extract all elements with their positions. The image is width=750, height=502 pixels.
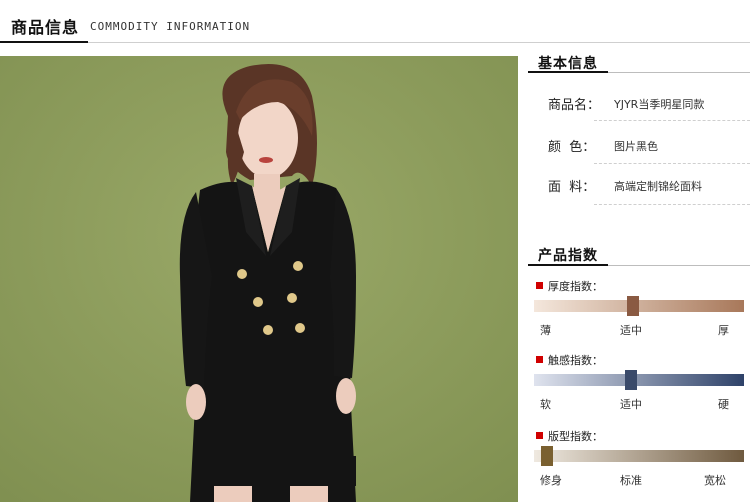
section-title-cn: 商品信息 bbox=[11, 18, 80, 37]
red-square-icon bbox=[536, 282, 543, 289]
index-knob bbox=[624, 370, 637, 390]
divider bbox=[594, 120, 750, 121]
index-scale-bar bbox=[534, 374, 744, 386]
product-index-title: 产品指数 bbox=[538, 248, 598, 264]
info-value-color: 图片黑色 bbox=[614, 140, 658, 153]
basic-info-underline-accent bbox=[528, 71, 608, 73]
index-tick-low: 软 bbox=[540, 398, 551, 411]
index-label: 厚度指数： bbox=[536, 278, 603, 294]
index-tick-low: 薄 bbox=[540, 324, 551, 337]
header-underline bbox=[88, 42, 750, 43]
index-tick-high: 厚 bbox=[718, 324, 729, 337]
page-header: 商品信息 COMMODITY INFORMATION bbox=[0, 0, 750, 44]
index-texture: 触感指数： 软 适中 硬 bbox=[528, 352, 750, 416]
info-row-fabric: 面 料： 高端定制锦纶面料 bbox=[528, 164, 750, 204]
index-label: 触感指数： bbox=[536, 352, 603, 368]
red-square-icon bbox=[536, 356, 543, 363]
index-fit: 版型指数： 修身 标准 宽松 bbox=[528, 428, 750, 492]
product-index-underline bbox=[608, 265, 750, 266]
red-square-icon bbox=[536, 432, 543, 439]
info-row-name: 商品名： YJYR当季明星同款 bbox=[528, 82, 750, 122]
basic-info-underline bbox=[608, 72, 750, 73]
basic-info-title: 基本信息 bbox=[538, 56, 598, 72]
info-value-fabric: 高端定制锦纶面料 bbox=[614, 180, 702, 193]
product-photo bbox=[0, 56, 518, 502]
header-underline-accent bbox=[0, 41, 88, 43]
index-tick-mid: 标准 bbox=[620, 474, 642, 487]
info-value-name: YJYR当季明星同款 bbox=[614, 98, 705, 111]
index-label: 版型指数： bbox=[536, 428, 603, 444]
index-tick-mid: 适中 bbox=[620, 398, 642, 411]
divider bbox=[594, 204, 750, 205]
index-scale-bar bbox=[534, 450, 744, 462]
info-label-name: 商品名： bbox=[548, 98, 601, 113]
model-photo-illustration bbox=[0, 56, 518, 502]
info-label-color: 颜 色： bbox=[548, 140, 596, 155]
product-index-underline-accent bbox=[528, 264, 608, 266]
index-thickness: 厚度指数： 薄 适中 厚 bbox=[528, 278, 750, 342]
info-row-color: 颜 色： 图片黑色 bbox=[528, 124, 750, 164]
index-scale-bar bbox=[534, 300, 744, 312]
section-title-en: COMMODITY INFORMATION bbox=[90, 20, 251, 33]
info-panel: 基本信息 商品名： YJYR当季明星同款 颜 色： 图片黑色 面 料： 高端定制… bbox=[528, 44, 750, 502]
index-tick-high: 硬 bbox=[718, 398, 729, 411]
index-tick-mid: 适中 bbox=[620, 324, 642, 337]
index-knob bbox=[626, 296, 639, 316]
index-tick-high: 宽松 bbox=[704, 474, 726, 487]
index-tick-low: 修身 bbox=[540, 474, 562, 487]
info-label-fabric: 面 料： bbox=[548, 180, 596, 195]
index-knob bbox=[540, 446, 553, 466]
